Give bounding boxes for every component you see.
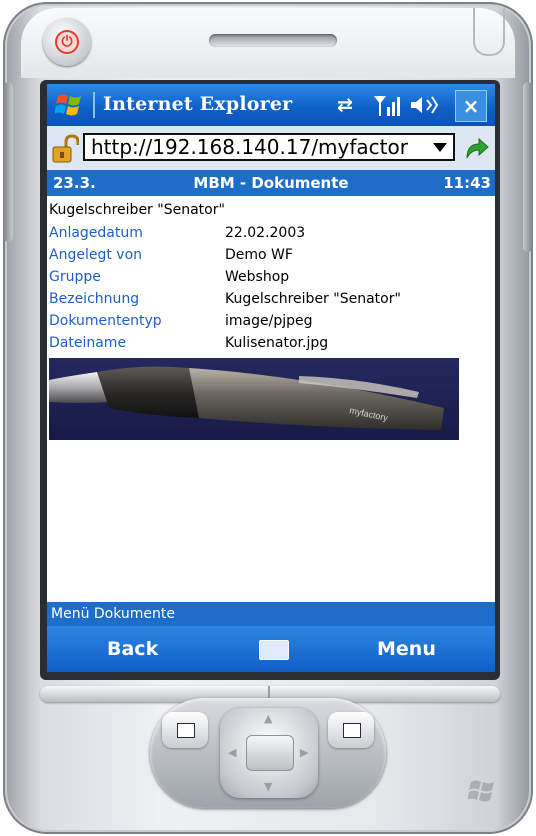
- field-label: Dokumententyp: [49, 313, 162, 329]
- field-value: image/pjpeg: [225, 313, 313, 329]
- url-input[interactable]: http://192.168.140.17/myfactor: [83, 133, 455, 161]
- document-heading: Kugelschreiber "Senator": [49, 202, 225, 218]
- calendar-hardware-button[interactable]: [162, 712, 208, 748]
- dpad-left-icon[interactable]: ◀: [228, 746, 236, 759]
- keyboard-icon[interactable]: [259, 640, 289, 660]
- title-separator: [93, 92, 95, 118]
- date-label: 23.3.: [53, 174, 96, 192]
- field-row: Angelegt von Demo WF: [47, 247, 495, 269]
- field-row: Dateiname Kulisenator.jpg: [47, 335, 495, 357]
- field-row: Gruppe Webshop: [47, 269, 495, 291]
- softkey-bar: Back Menu: [47, 626, 495, 672]
- field-value: 22.02.2003: [225, 225, 306, 241]
- stylus-slot: [473, 8, 505, 56]
- back-softkey[interactable]: Back: [107, 638, 158, 660]
- lock-icon: [52, 134, 79, 163]
- field-label: Anlagedatum: [49, 225, 143, 241]
- field-value: Kulisenator.jpg: [225, 335, 329, 351]
- windows-logo-icon: [468, 780, 494, 802]
- contacts-hardware-button[interactable]: [328, 712, 374, 748]
- windows-start-icon[interactable]: [55, 90, 85, 120]
- status-text: Menü Dokumente: [51, 606, 176, 622]
- field-value: Webshop: [225, 269, 290, 285]
- field-label: Dateiname: [49, 335, 127, 351]
- info-bar: MBM - Dokumente 23.3. 11:43: [47, 170, 495, 196]
- clock-label: 11:43: [443, 174, 491, 192]
- pen-product-image: myfactory: [49, 358, 459, 440]
- power-icon: ⏻: [55, 30, 79, 54]
- field-value: Kugelschreiber "Senator": [225, 291, 401, 307]
- field-label: Bezeichnung: [49, 291, 140, 307]
- app-title: Internet Explorer: [103, 93, 293, 115]
- side-button-left[interactable]: [3, 82, 13, 242]
- field-row: Dokumententyp image/pjpeg: [47, 313, 495, 335]
- address-bar: http://192.168.140.17/myfactor: [47, 126, 495, 170]
- title-bar: Internet Explorer ⇄ ×: [47, 84, 495, 126]
- connectivity-icon[interactable]: ⇄: [337, 94, 353, 116]
- side-button-right[interactable]: [523, 82, 533, 252]
- dpad-down-icon[interactable]: ▼: [264, 780, 272, 793]
- speaker-grille: [209, 34, 337, 47]
- signal-icon[interactable]: [373, 93, 401, 117]
- contacts-icon: [343, 723, 361, 738]
- dpad-right-icon[interactable]: ▶: [300, 746, 308, 759]
- volume-icon[interactable]: [409, 94, 439, 116]
- field-label: Angelegt von: [49, 247, 143, 263]
- close-button[interactable]: ×: [455, 90, 487, 122]
- page-title: MBM - Dokumente: [193, 174, 349, 192]
- go-arrow-icon[interactable]: [462, 134, 490, 162]
- status-bar: Menü Dokumente: [47, 602, 495, 626]
- field-row: Anlagedatum 22.02.2003: [47, 225, 495, 247]
- field-row: Bezeichnung Kugelschreiber "Senator": [47, 291, 495, 313]
- url-dropdown-arrow-icon[interactable]: [433, 143, 447, 152]
- device-screen: Internet Explorer ⇄ × http://192.168.140…: [47, 84, 495, 672]
- calendar-icon: [177, 723, 195, 738]
- dpad-center-button[interactable]: [246, 735, 294, 771]
- close-icon: ×: [462, 94, 480, 118]
- power-button[interactable]: ⏻: [43, 18, 91, 66]
- field-value: Demo WF: [225, 247, 293, 263]
- field-label: Gruppe: [49, 269, 101, 285]
- dpad-up-icon[interactable]: ▲: [264, 712, 272, 725]
- menu-softkey[interactable]: Menu: [377, 638, 436, 660]
